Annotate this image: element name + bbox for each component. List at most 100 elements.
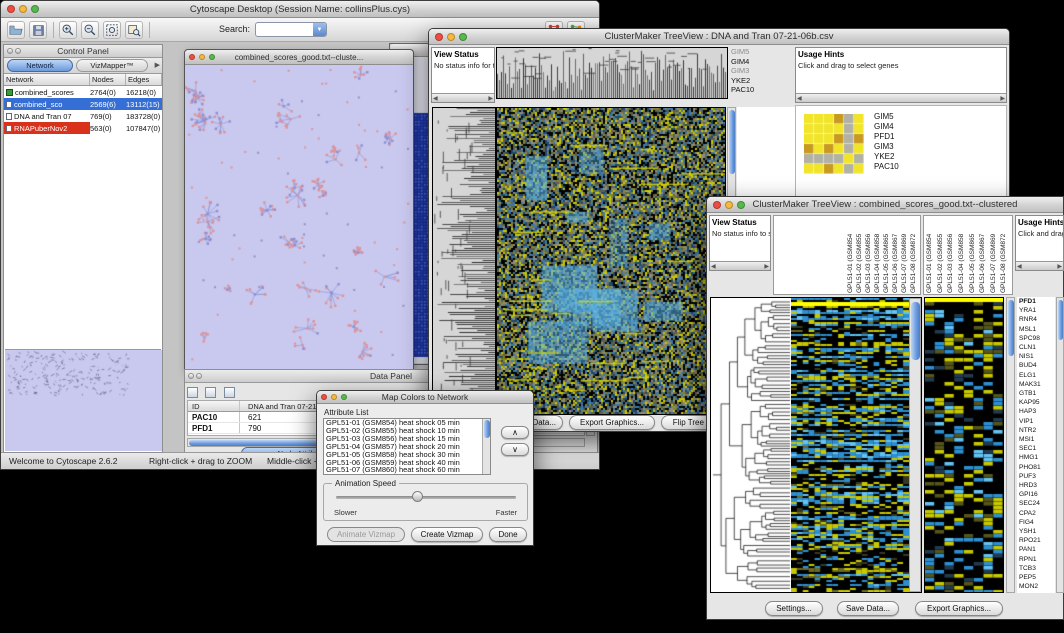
treeview-dna-titlebar[interactable]: ClusterMaker TreeView : DNA and Tran 07-… bbox=[429, 29, 1009, 45]
panel-scrollbar[interactable]: ◀▶ bbox=[710, 261, 770, 270]
gene-label[interactable]: SPC98 bbox=[1019, 335, 1055, 343]
column-label[interactable]: GPL51-06 (GSM867 bbox=[979, 217, 990, 293]
column-label[interactable]: GPL51-07 (GSM869 bbox=[990, 217, 1001, 293]
column-label[interactable]: GPL51-02 (GSM855 bbox=[856, 217, 865, 293]
column-label[interactable]: GPL51-05 (GSM865 bbox=[969, 217, 980, 293]
heatmap-canvas[interactable] bbox=[497, 108, 725, 414]
heatmap[interactable] bbox=[496, 107, 726, 415]
close-icon[interactable] bbox=[7, 5, 15, 13]
column-label[interactable]: GPL51-04 (GSM858 bbox=[958, 217, 969, 293]
network-overview-panel[interactable] bbox=[5, 349, 161, 451]
close-icon[interactable] bbox=[189, 54, 195, 60]
zoom-window-icon[interactable] bbox=[341, 394, 347, 400]
delete-attribute-icon[interactable] bbox=[224, 387, 235, 398]
column-label[interactable]: GPL51-02 (GSM855 bbox=[937, 217, 948, 293]
gene-label[interactable]: TCB3 bbox=[1019, 565, 1055, 573]
minimize-icon[interactable] bbox=[725, 201, 733, 209]
dialog-titlebar[interactable]: Map Colors to Network bbox=[317, 391, 533, 404]
zoom-selected-button[interactable] bbox=[125, 21, 143, 39]
list-vertical-scrollbar[interactable] bbox=[482, 419, 490, 474]
column-dendrogram-canvas[interactable] bbox=[497, 48, 727, 98]
gene-label[interactable]: HMG1 bbox=[1019, 454, 1055, 462]
gene-label[interactable]: PAC10 bbox=[874, 162, 899, 172]
gene-label[interactable]: RPN1 bbox=[1019, 556, 1055, 564]
save-button[interactable] bbox=[29, 21, 47, 39]
gene-label[interactable]: RNR4 bbox=[1019, 316, 1055, 324]
gene-label[interactable]: GIM3 bbox=[731, 66, 767, 76]
gene-label[interactable]: YKE2 bbox=[731, 76, 767, 86]
attribute-list-item[interactable]: GPL51-01 (GSM854) heat shock 05 min bbox=[324, 419, 490, 427]
gene-label[interactable]: BUD4 bbox=[1019, 362, 1055, 370]
create-vizmap-button[interactable]: Create Vizmap bbox=[411, 527, 483, 542]
zoom-window-icon[interactable] bbox=[31, 5, 39, 13]
column-label[interactable]: GPL51-08 (GSM872 bbox=[1000, 217, 1011, 293]
gene-label[interactable]: GIM5 bbox=[874, 112, 899, 122]
gene-label[interactable]: GIM3 bbox=[874, 142, 899, 152]
panel-scrollbar[interactable]: ◀▶ bbox=[432, 93, 494, 102]
minimize-icon[interactable] bbox=[331, 394, 337, 400]
attribute-list-item[interactable]: GPL51-02 (GSM855) heat shock 10 min bbox=[324, 427, 490, 435]
gene-label[interactable]: NTR2 bbox=[1019, 427, 1055, 435]
column-label[interactable]: GPL51-01 (GSM854 bbox=[926, 217, 937, 293]
gene-label[interactable]: PHO81 bbox=[1019, 464, 1055, 472]
gene-label[interactable]: PFD1 bbox=[874, 132, 899, 142]
zoom-out-button[interactable] bbox=[81, 21, 99, 39]
animation-speed-slider[interactable] bbox=[336, 496, 516, 499]
gene-label[interactable]: GIM4 bbox=[874, 122, 899, 132]
create-attribute-icon[interactable] bbox=[205, 387, 216, 398]
zoom-heatmap-canvas[interactable] bbox=[925, 298, 1003, 592]
table-row-selected[interactable]: combined_sco 2569(6) 13112(15) bbox=[4, 98, 162, 110]
control-panel-header[interactable]: Control Panel bbox=[4, 45, 162, 58]
gene-label[interactable]: NIS1 bbox=[1019, 353, 1055, 361]
close-icon[interactable] bbox=[321, 394, 327, 400]
move-up-button[interactable]: ∧ bbox=[501, 426, 529, 439]
tab-vizmapper[interactable]: VizMapper™ bbox=[76, 59, 148, 72]
minimize-icon[interactable] bbox=[199, 54, 205, 60]
panel-scrollbar[interactable]: ◀▶ bbox=[796, 93, 1006, 102]
gene-label[interactable]: HAP3 bbox=[1019, 408, 1055, 416]
gene-label[interactable]: GIM5 bbox=[731, 47, 767, 57]
gene-label[interactable]: PUF3 bbox=[1019, 473, 1055, 481]
gene-label[interactable]: MSL1 bbox=[1019, 326, 1055, 334]
gene-label[interactable]: PAN1 bbox=[1019, 546, 1055, 554]
slider-thumb[interactable] bbox=[412, 491, 423, 502]
row-dendrogram-canvas[interactable] bbox=[433, 108, 495, 414]
zoom-window-icon[interactable] bbox=[209, 54, 215, 60]
attribute-list-item[interactable]: GPL51-04 (GSM857) heat shock 20 min bbox=[324, 443, 490, 451]
heatmap-canvas[interactable] bbox=[791, 298, 909, 592]
panel-controls[interactable] bbox=[188, 373, 202, 379]
export-graphics-button[interactable]: Export Graphics... bbox=[569, 415, 655, 430]
panel-scrollbar[interactable]: ◀▶ bbox=[1016, 261, 1063, 270]
gene-label[interactable]: YSH1 bbox=[1019, 528, 1055, 536]
gene-label[interactable]: CLN1 bbox=[1019, 344, 1055, 352]
table-row[interactable]: combined_scores 2764(0) 16218(0) bbox=[4, 86, 162, 98]
open-folder-button[interactable] bbox=[7, 21, 25, 39]
column-label[interactable]: GPL51-03 (GSM856 bbox=[865, 217, 874, 293]
tab-network[interactable]: Network bbox=[7, 59, 73, 72]
gene-label[interactable]: PAC10 bbox=[731, 85, 767, 95]
row-dendrogram-canvas[interactable] bbox=[711, 298, 791, 592]
network-overview-canvas[interactable] bbox=[5, 350, 162, 451]
gene-label[interactable]: GIM4 bbox=[731, 57, 767, 67]
panel-controls[interactable] bbox=[7, 48, 21, 54]
done-button[interactable]: Done bbox=[489, 527, 527, 542]
minimize-icon[interactable] bbox=[19, 5, 27, 13]
column-label[interactable]: GPL51-03 (GSM856 bbox=[947, 217, 958, 293]
attribute-list-item[interactable]: GPL51-05 (GSM858) heat shock 30 min bbox=[324, 451, 490, 459]
network-canvas[interactable] bbox=[185, 65, 413, 370]
gene-label[interactable]: SEC24 bbox=[1019, 500, 1055, 508]
close-icon[interactable] bbox=[713, 201, 721, 209]
gene-label[interactable]: SEC1 bbox=[1019, 445, 1055, 453]
export-graphics-button[interactable]: Export Graphics... bbox=[915, 601, 1003, 616]
gene-label[interactable]: GPI16 bbox=[1019, 491, 1055, 499]
table-row[interactable]: RNAPuberNov2 563(0) 107847(0) bbox=[4, 122, 162, 134]
column-label[interactable]: GPL51-06 (GSM867 bbox=[892, 217, 901, 293]
gene-label[interactable]: KAP95 bbox=[1019, 399, 1055, 407]
attribute-list-item[interactable]: GPL51-06 (GSM859) heat shock 40 min bbox=[324, 459, 490, 467]
gene-label[interactable]: MAK31 bbox=[1019, 381, 1055, 389]
select-attributes-icon[interactable] bbox=[187, 387, 198, 398]
treeview-combined-titlebar[interactable]: ClusterMaker TreeView : combined_scores_… bbox=[707, 197, 1063, 213]
gene-label[interactable]: FIG4 bbox=[1019, 519, 1055, 527]
column-label[interactable]: GPL51-05 (GSM865 bbox=[883, 217, 892, 293]
column-label[interactable]: GPL51-04 (GSM858 bbox=[874, 217, 883, 293]
